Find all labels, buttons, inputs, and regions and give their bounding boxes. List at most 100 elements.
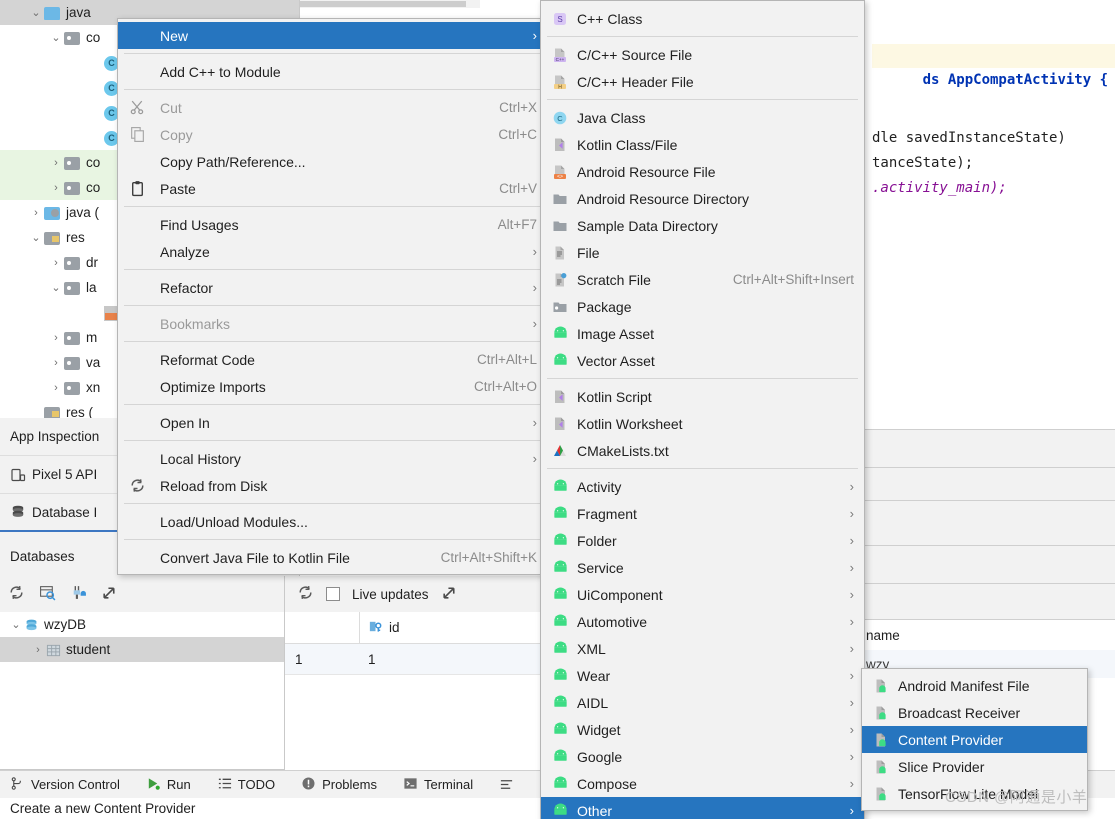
refresh-icon[interactable]	[297, 584, 314, 604]
tree-expand-arrow[interactable]: ›	[28, 207, 44, 219]
chevron-right-icon: ›	[849, 533, 854, 548]
menu-item-reload-from-disk[interactable]: Reload from Disk	[118, 472, 547, 499]
tree-expand-arrow[interactable]	[88, 307, 104, 319]
connect-icon[interactable]	[70, 584, 87, 604]
menu-item-reformat-code[interactable]: Reformat Code Ctrl+Alt+L	[118, 346, 547, 373]
menu-item-cut[interactable]: Cut Ctrl+X	[118, 94, 547, 121]
tree-expand-arrow[interactable]: ›	[48, 182, 64, 194]
menu-item-c-c-source-file[interactable]: C++ C/C++ Source File	[541, 41, 864, 68]
menu-item-local-history[interactable]: Local History ›	[118, 445, 547, 472]
row-number: 1	[295, 651, 303, 667]
tree-expand-arrow[interactable]: ›	[48, 157, 64, 169]
database-tree-item[interactable]: › student	[0, 637, 284, 662]
menu-item-scratch-file[interactable]: Scratch File Ctrl+Alt+Shift+Insert	[541, 266, 864, 293]
menu-item-copy[interactable]: Copy Ctrl+C	[118, 121, 547, 148]
menu-item-service[interactable]: Service ›	[541, 554, 864, 581]
menu-item-activity[interactable]: Activity ›	[541, 473, 864, 500]
menu-item-fragment[interactable]: Fragment ›	[541, 500, 864, 527]
menu-item-refactor[interactable]: Refactor ›	[118, 274, 547, 301]
tree-expand-arrow[interactable]	[88, 132, 104, 144]
context-menu-new[interactable]: S C++ Class C++ C/C++ Source File H C/C++ Hea…	[540, 0, 865, 819]
menu-item-kotlin-class-file[interactable]: Kotlin Class/File	[541, 131, 864, 158]
menu-item-new[interactable]: New ›	[118, 22, 547, 49]
menu-item-android-resource-directory[interactable]: Android Resource Directory	[541, 185, 864, 212]
menu-item-c-c-header-file[interactable]: H C/C++ Header File	[541, 68, 864, 95]
tree-expand-arrow[interactable]: ›	[30, 644, 46, 656]
tree-expand-arrow[interactable]: ⌄	[28, 231, 44, 244]
tree-expand-arrow[interactable]	[88, 107, 104, 119]
status-bar-message: Create a new Content Provider	[10, 801, 196, 816]
menu-item-xml[interactable]: XML ›	[541, 635, 864, 662]
menu-item-aidl[interactable]: AIDL ›	[541, 689, 864, 716]
menu-item-wear[interactable]: Wear ›	[541, 662, 864, 689]
menu-item-compose[interactable]: Compose ›	[541, 770, 864, 797]
menu-item-automotive[interactable]: Automotive ›	[541, 608, 864, 635]
code-editor[interactable]: ds AppCompatActivity { dle savedInstance…	[860, 0, 1115, 400]
menu-item-find-usages[interactable]: Find Usages Alt+F7	[118, 211, 547, 238]
cell-id[interactable]: 1	[360, 652, 376, 667]
menu-item-android-resource-file[interactable]: <> Android Resource File	[541, 158, 864, 185]
tree-expand-arrow[interactable]: ›	[48, 257, 64, 269]
menu-item-package[interactable]: Package	[541, 293, 864, 320]
database-tree-item[interactable]: ⌄ wzyDB	[0, 612, 284, 637]
menu-item-cmakelists-txt[interactable]: CMakeLists.txt	[541, 437, 864, 464]
tree-expand-arrow[interactable]	[88, 82, 104, 94]
menu-item-image-asset[interactable]: Image Asset	[541, 320, 864, 347]
menu-item-bookmarks[interactable]: Bookmarks ›	[118, 310, 547, 337]
tree-expand-arrow[interactable]	[28, 407, 44, 419]
tree-expand-arrow[interactable]: ⌄	[48, 31, 64, 44]
refresh-icon[interactable]	[8, 584, 25, 604]
menu-item-broadcast-receiver[interactable]: Broadcast Receiver	[862, 699, 1087, 726]
menu-item-paste[interactable]: Paste Ctrl+V	[118, 175, 547, 202]
menu-item-optimize-imports[interactable]: Optimize Imports Ctrl+Alt+O	[118, 373, 547, 400]
menu-item-kotlin-script[interactable]: Kotlin Script	[541, 383, 864, 410]
menu-item-label: Bookmarks	[160, 315, 231, 332]
tree-expand-arrow[interactable]: ⌄	[48, 281, 64, 294]
tree-expand-arrow[interactable]	[88, 57, 104, 69]
menu-item-add-c-to-module[interactable]: Add C++ to Module	[118, 58, 547, 85]
tree-expand-arrow[interactable]: ⌄	[28, 6, 44, 19]
menu-item-uicomponent[interactable]: UiComponent ›	[541, 581, 864, 608]
menu-item-android-manifest-file[interactable]: Android Manifest File	[862, 672, 1087, 699]
tree-expand-arrow[interactable]: ›	[48, 332, 64, 344]
menu-item-c-class[interactable]: S C++ Class	[541, 5, 864, 32]
menu-item-other[interactable]: Other ›	[541, 797, 864, 819]
tree-expand-arrow[interactable]: ›	[48, 382, 64, 394]
menu-item-slice-provider[interactable]: Slice Provider	[862, 753, 1087, 780]
database-icon	[10, 504, 26, 520]
bottom-bar-run[interactable]: Run	[146, 776, 191, 794]
database-toolbar[interactable]	[0, 576, 285, 612]
menu-item-label: Load/Unload Modules...	[160, 513, 308, 530]
menu-item-folder[interactable]: Folder ›	[541, 527, 864, 554]
android-icon	[549, 721, 571, 738]
menu-item-copy-path-reference[interactable]: Copy Path/Reference...	[118, 148, 547, 175]
menu-item-sample-data-directory[interactable]: Sample Data Directory	[541, 212, 864, 239]
menu-item-analyze[interactable]: Analyze ›	[118, 238, 547, 265]
live-updates-checkbox[interactable]	[326, 587, 340, 601]
bottom-bar-todo[interactable]: TODO	[217, 776, 275, 794]
open-external-icon[interactable]	[101, 584, 118, 604]
open-external-icon[interactable]	[441, 584, 458, 604]
menu-item-widget[interactable]: Widget ›	[541, 716, 864, 743]
database-tree[interactable]: ⌄ wzyDB › student	[0, 612, 285, 770]
tree-expand-arrow[interactable]: ⌄	[8, 618, 24, 631]
menu-item-open-in[interactable]: Open In ›	[118, 409, 547, 436]
java-class-icon: C	[549, 110, 571, 126]
menu-item-content-provider[interactable]: Content Provider	[862, 726, 1087, 753]
menu-item-kotlin-worksheet[interactable]: Kotlin Worksheet	[541, 410, 864, 437]
bottom-bar-problems[interactable]: Problems	[301, 776, 377, 794]
menu-item-label: Analyze	[160, 243, 210, 260]
bottom-bar-more-icon[interactable]	[499, 777, 514, 792]
context-menu-main[interactable]: New › Add C++ to Module Cut Ctrl+X Copy Ctrl+C…	[117, 18, 548, 575]
bottom-bar-terminal[interactable]: Terminal	[403, 776, 473, 794]
menu-item-convert-java-file-to-kotlin-file[interactable]: Convert Java File to Kotlin File Ctrl+Alt…	[118, 544, 547, 571]
menu-item-load-unload-modules[interactable]: Load/Unload Modules...	[118, 508, 547, 535]
menu-item-java-class[interactable]: C Java Class	[541, 104, 864, 131]
menu-item-vector-asset[interactable]: Vector Asset	[541, 347, 864, 374]
bottom-bar-version-control[interactable]: Version Control	[10, 776, 120, 794]
column-header-id[interactable]: id	[360, 619, 400, 637]
menu-item-file[interactable]: File	[541, 239, 864, 266]
menu-item-google[interactable]: Google ›	[541, 743, 864, 770]
tree-expand-arrow[interactable]: ›	[48, 357, 64, 369]
table-search-icon[interactable]	[39, 584, 56, 604]
